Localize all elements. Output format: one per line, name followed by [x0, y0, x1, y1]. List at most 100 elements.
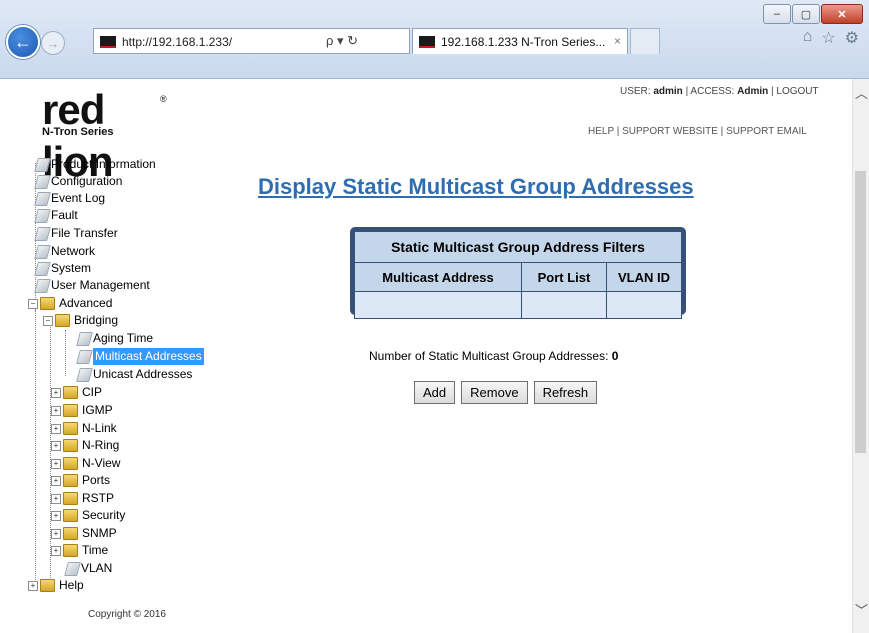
new-tab-button[interactable]: [630, 28, 660, 54]
tree-label: Event Log: [51, 191, 106, 205]
tree-item-configuration[interactable]: Configuration: [34, 173, 122, 190]
page-icon: [64, 561, 81, 576]
browser-chrome: – ▢ ✕ ← → http://192.168.1.233/ ρ ▾ ↻ 19…: [0, 0, 869, 79]
tree-item-file-transfer[interactable]: File Transfer: [34, 225, 118, 242]
tree-item-product-information[interactable]: Product Information: [34, 156, 156, 173]
remove-button[interactable]: Remove: [461, 381, 528, 404]
refresh-button[interactable]: Refresh: [533, 381, 598, 404]
expand-icon[interactable]: +: [51, 440, 61, 451]
tree-item-help[interactable]: + Help: [28, 577, 84, 594]
tree-item-network[interactable]: Network: [34, 243, 95, 260]
tree-label: Bridging: [74, 313, 119, 327]
tree-label: User Management: [51, 278, 150, 292]
folder-open-icon: [55, 314, 70, 327]
page-icon: [34, 191, 51, 206]
page-icon: [34, 244, 51, 259]
tree-item-system[interactable]: System: [34, 260, 91, 277]
minimize-button[interactable]: –: [763, 4, 791, 24]
tree-item-fault[interactable]: Fault: [34, 207, 78, 224]
tree-item-vlan[interactable]: VLAN: [64, 560, 112, 577]
tree-item-snmp[interactable]: + SNMP: [51, 525, 117, 542]
expand-icon[interactable]: +: [51, 458, 61, 469]
folder-icon: [63, 544, 78, 557]
browser-tab[interactable]: 192.168.1.233 N-Tron Series... ×: [412, 28, 628, 54]
folder-icon: [63, 386, 78, 399]
maximize-button[interactable]: ▢: [792, 4, 820, 24]
scroll-thumb[interactable]: [855, 171, 866, 453]
expand-icon[interactable]: +: [51, 528, 61, 539]
expand-icon[interactable]: +: [51, 545, 61, 556]
tree-label: SNMP: [82, 526, 117, 540]
forward-button[interactable]: →: [41, 31, 65, 55]
tree-item-multicast-addresses[interactable]: Multicast Addresses: [76, 348, 204, 365]
tab-title: 192.168.1.233 N-Tron Series...: [441, 35, 606, 49]
tree-item-ports[interactable]: + Ports: [51, 472, 110, 489]
address-url[interactable]: http://192.168.1.233/: [122, 35, 232, 49]
logo-subtitle: N-Tron Series: [42, 126, 114, 138]
page-icon: [34, 208, 51, 223]
folder-icon: [63, 439, 78, 452]
red-lion-logo: red lion ® N-Tron Series: [36, 84, 176, 185]
tree-guide: [65, 330, 66, 376]
tree-item-n-link[interactable]: + N-Link: [51, 420, 117, 437]
page-icon: [34, 226, 51, 241]
tree-item-n-ring[interactable]: + N-Ring: [51, 437, 119, 454]
home-icon[interactable]: ⌂: [803, 28, 813, 48]
tree-label: Ports: [82, 473, 111, 487]
help-link[interactable]: HELP: [588, 126, 614, 137]
tree-label: N-View: [82, 456, 121, 470]
tree-item-rstp[interactable]: + RSTP: [51, 490, 114, 507]
expand-icon[interactable]: +: [51, 493, 61, 504]
gear-icon[interactable]: ⚙: [845, 28, 859, 48]
star-icon[interactable]: ☆: [821, 28, 835, 48]
tree-item-advanced[interactable]: − Advanced: [28, 295, 112, 312]
search-refresh-controls[interactable]: ρ ▾ ↻: [326, 33, 358, 49]
expand-icon[interactable]: +: [51, 405, 61, 416]
page-icon: [34, 157, 51, 172]
collapse-icon[interactable]: −: [28, 298, 38, 309]
user-label: USER:: [620, 86, 651, 97]
collapse-icon[interactable]: −: [43, 315, 53, 326]
tree-item-bridging[interactable]: − Bridging: [43, 312, 118, 329]
support-email-link[interactable]: SUPPORT EMAIL: [726, 126, 807, 137]
tree-item-igmp[interactable]: + IGMP: [51, 402, 113, 419]
page-icon: [76, 331, 93, 346]
tree-item-unicast-addresses[interactable]: Unicast Addresses: [76, 366, 193, 383]
scroll-up-icon[interactable]: ︿: [855, 83, 868, 102]
vertical-scrollbar[interactable]: ︿ ﹀: [852, 79, 869, 633]
toolbar-icons: ⌂ ☆ ⚙: [803, 28, 859, 48]
access-label: ACCESS:: [690, 86, 735, 97]
tree-item-cip[interactable]: + CIP: [51, 384, 102, 401]
expand-icon[interactable]: +: [28, 580, 38, 591]
tree-label: Aging Time: [93, 331, 154, 345]
column-header-vlan-id: VLAN ID: [606, 262, 682, 292]
tree-item-n-view[interactable]: + N-View: [51, 455, 120, 472]
close-window-button[interactable]: ✕: [821, 4, 863, 24]
tab-close-icon[interactable]: ×: [614, 34, 621, 48]
address-bar[interactable]: http://192.168.1.233/ ρ ▾ ↻: [93, 28, 410, 54]
separator: |: [771, 86, 774, 97]
tree-label: File Transfer: [51, 226, 118, 240]
expand-icon[interactable]: +: [51, 423, 61, 434]
expand-icon[interactable]: +: [51, 510, 61, 521]
page-icon: [34, 261, 51, 276]
expand-icon[interactable]: +: [51, 475, 61, 486]
page-icon: [76, 349, 93, 364]
separator: |: [616, 126, 620, 137]
logout-link[interactable]: LOGOUT: [776, 86, 818, 97]
tree-item-security[interactable]: + Security: [51, 507, 125, 524]
tree-label: Unicast Addresses: [93, 367, 193, 381]
tree-label: N-Ring: [82, 438, 120, 452]
filters-table-container: Static Multicast Group Address Filters M…: [350, 227, 686, 319]
tree-item-time[interactable]: + Time: [51, 542, 108, 559]
add-button[interactable]: Add: [414, 381, 456, 404]
table-cell: [521, 291, 607, 319]
support-website-link[interactable]: SUPPORT WEBSITE: [622, 126, 718, 137]
scroll-down-icon[interactable]: ﹀: [855, 600, 868, 619]
folder-icon: [63, 474, 78, 487]
tree-item-event-log[interactable]: Event Log: [34, 190, 106, 207]
back-button[interactable]: ←: [6, 25, 40, 59]
tree-item-aging-time[interactable]: Aging Time: [76, 330, 154, 347]
tree-item-user-management[interactable]: User Management: [34, 277, 150, 294]
expand-icon[interactable]: +: [51, 387, 61, 398]
